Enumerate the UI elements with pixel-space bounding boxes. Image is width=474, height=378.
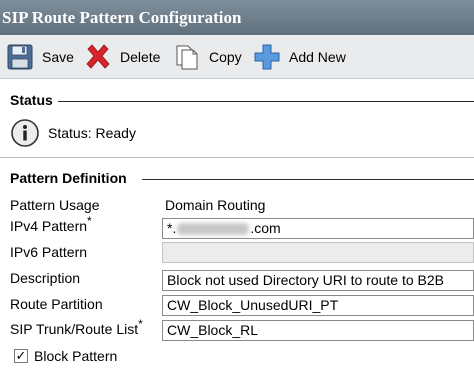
delete-button[interactable]: Delete: [84, 35, 160, 79]
page-title: SIP Route Pattern Configuration: [0, 0, 474, 35]
block-pattern-checkbox[interactable]: ✓: [14, 349, 28, 363]
pattern-definition-divider: [142, 179, 474, 180]
copy-label: Copy: [209, 49, 242, 65]
copy-button[interactable]: Copy: [173, 35, 242, 79]
add-new-button[interactable]: Add New: [253, 35, 346, 79]
required-marker: *: [138, 317, 143, 331]
status-heading: Status: [10, 92, 53, 108]
route-partition-label: Route Partition: [10, 296, 103, 312]
block-pattern-label: Block Pattern: [34, 348, 118, 364]
floppy-disk-icon: [7, 44, 33, 70]
description-input[interactable]: Block not used Directory URI to route to…: [162, 270, 474, 291]
pattern-usage-value: Domain Routing: [165, 197, 266, 213]
save-button[interactable]: Save: [6, 35, 74, 79]
ipv4-pattern-label-text: IPv4 Pattern: [10, 218, 88, 234]
pattern-usage-label: Pattern Usage: [10, 197, 100, 213]
toolbar: Save Delete Copy Add New: [0, 35, 474, 79]
section-separator: [0, 157, 474, 158]
ipv4-value-prefix: *.: [167, 220, 177, 236]
sip-trunk-select[interactable]: CW_Block_RL: [162, 320, 474, 341]
description-label: Description: [10, 270, 81, 286]
save-label: Save: [42, 49, 74, 65]
pattern-definition-heading: Pattern Definition: [10, 170, 127, 186]
ipv6-pattern-label: IPv6 Pattern: [10, 244, 88, 260]
delete-label: Delete: [120, 49, 161, 65]
add-new-label: Add New: [289, 49, 346, 65]
status-divider: [58, 101, 474, 102]
sip-trunk-label: SIP Trunk/Route List*: [10, 317, 143, 337]
info-icon: [11, 119, 39, 147]
redacted-text: [177, 223, 250, 236]
copy-document-icon: [176, 45, 198, 70]
blue-plus-icon: [254, 44, 280, 70]
sip-trunk-label-text: SIP Trunk/Route List: [10, 321, 139, 337]
status-text: Status: Ready: [48, 125, 136, 141]
ipv4-pattern-input[interactable]: *. .com: [162, 218, 474, 239]
ipv4-pattern-label: IPv4 Pattern*: [10, 214, 92, 234]
status-row: Status: Ready: [10, 116, 136, 150]
ipv6-pattern-input[interactable]: [162, 242, 474, 263]
required-marker: *: [87, 214, 92, 228]
ipv4-value-suffix: .com: [250, 220, 281, 236]
route-partition-select[interactable]: CW_Block_UnusedURI_PT: [162, 295, 474, 316]
red-x-icon: [86, 44, 110, 69]
